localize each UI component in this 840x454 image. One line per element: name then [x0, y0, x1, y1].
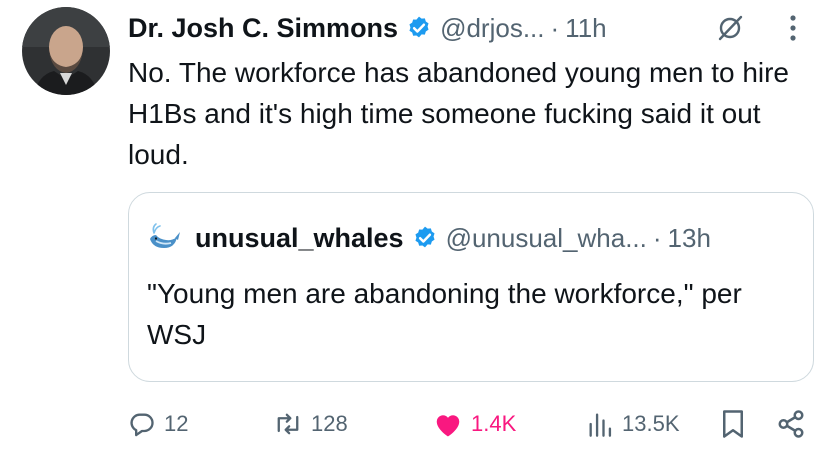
separator-dot: ·	[652, 222, 662, 253]
views-icon	[589, 413, 612, 437]
bookmark-button[interactable]	[720, 406, 754, 442]
author-handle[interactable]: @drjos...	[440, 13, 544, 44]
verified-badge-icon	[415, 226, 435, 248]
quote-timestamp[interactable]: 13h	[668, 223, 711, 254]
repost-icon	[277, 413, 299, 435]
tweet-text: No. The workforce has abandoned young me…	[128, 57, 790, 170]
share-icon	[778, 410, 804, 438]
bookmark-icon	[723, 410, 743, 438]
tweet-header: Dr. Josh C. Simmons @drjos... · 11h	[128, 9, 607, 47]
grok-icon[interactable]	[716, 14, 744, 42]
view-count: 13.5K	[622, 411, 680, 436]
repost-button[interactable]: 128	[273, 406, 348, 442]
like-button[interactable]: 1.4K	[433, 406, 516, 442]
reply-count: 12	[164, 411, 189, 436]
views-button[interactable]: 13.5K	[586, 406, 680, 442]
repost-count: 128	[311, 411, 348, 436]
quoted-tweet[interactable]: unusual_whales @unusual_wha... · 13h "Yo…	[128, 192, 814, 382]
like-count: 1.4K	[471, 411, 517, 436]
whale-icon	[150, 223, 180, 248]
action-bar: 12 128 1.4K 13.5K	[128, 406, 828, 442]
reply-button[interactable]: 12	[128, 406, 188, 442]
quote-header: unusual_whales @unusual_wha... · 13h	[147, 220, 711, 256]
quote-author-handle[interactable]: @unusual_wha...	[446, 223, 647, 254]
quote-author-name[interactable]: unusual_whales	[195, 223, 404, 254]
like-icon	[436, 415, 460, 437]
share-button[interactable]	[776, 406, 814, 442]
more-options-icon[interactable]	[787, 12, 799, 44]
timestamp[interactable]: 11h	[565, 13, 606, 44]
avatar[interactable]	[22, 7, 110, 95]
verified-badge-icon	[409, 16, 429, 38]
author-name[interactable]: Dr. Josh C. Simmons	[128, 13, 398, 44]
separator-dot: ·	[550, 12, 560, 43]
reply-icon	[130, 413, 154, 437]
quote-text: "Young men are abandoning the workforce,…	[147, 278, 742, 350]
